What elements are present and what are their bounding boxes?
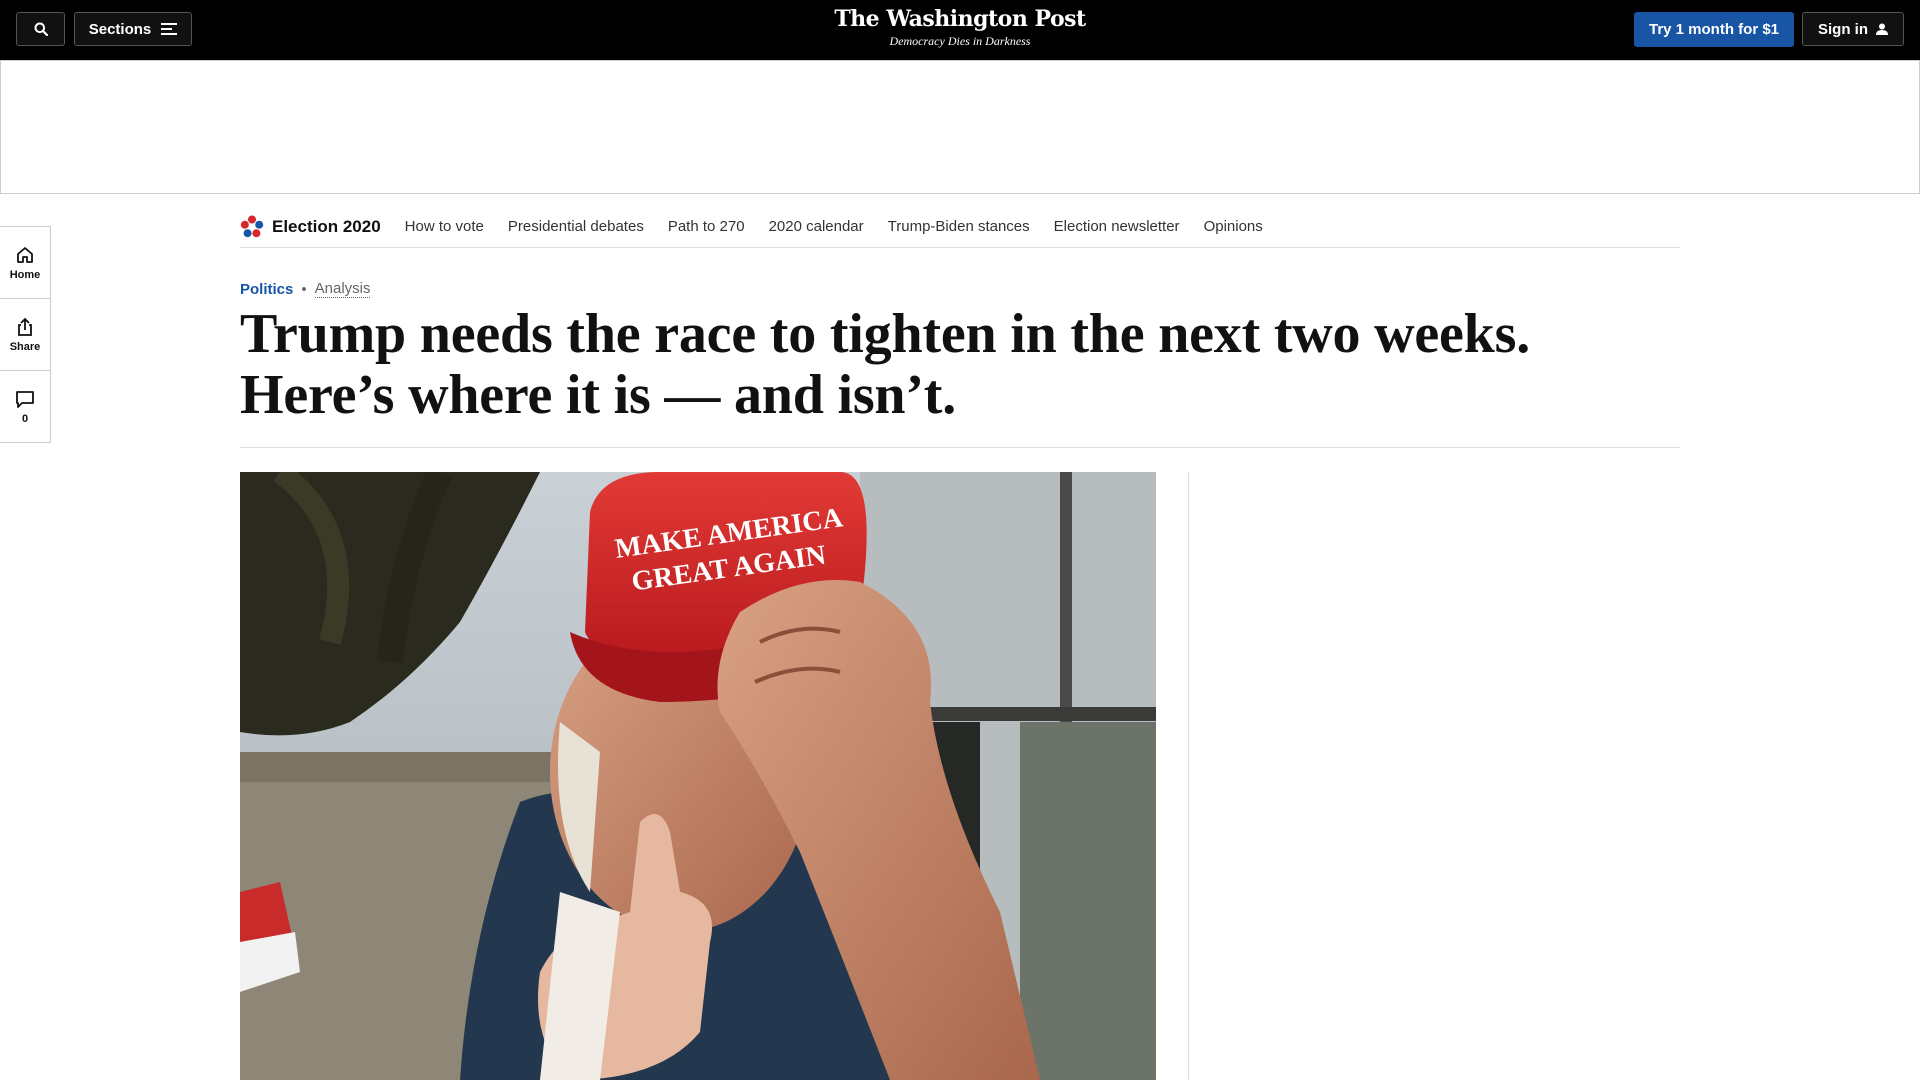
- sections-button[interactable]: Sections: [74, 12, 192, 46]
- search-button[interactable]: [16, 12, 65, 46]
- sections-label: Sections: [88, 20, 152, 38]
- nav-link-presidential-debates[interactable]: Presidential debates: [508, 218, 644, 235]
- top-bar: Sections The Washington Post Democracy D…: [0, 0, 1920, 60]
- nav-link-how-to-vote[interactable]: How to vote: [405, 218, 484, 235]
- election-2020-label: Election 2020: [272, 216, 381, 236]
- subscribe-button[interactable]: Try 1 month for $1: [1634, 12, 1794, 47]
- kicker-separator: •: [301, 280, 307, 298]
- election-nav: Election 2020 How to vote Presidential d…: [240, 206, 1680, 248]
- share-rail-label: Share: [9, 340, 41, 353]
- article-photo: MAKE AMERICA GREAT AGAIN: [240, 472, 1156, 1080]
- sidebar-divider: [1188, 472, 1189, 1080]
- sign-in-button[interactable]: Sign in: [1802, 12, 1904, 46]
- menu-icon: [161, 23, 178, 35]
- election-2020-brand[interactable]: Election 2020: [240, 215, 381, 239]
- nav-link-opinions[interactable]: Opinions: [1204, 218, 1263, 235]
- share-icon: [18, 317, 32, 336]
- home-rail-button[interactable]: Home: [0, 227, 50, 299]
- comment-icon: [16, 390, 34, 408]
- logo-tagline: Democracy Dies in Darkness: [889, 34, 1031, 48]
- home-rail-label: Home: [9, 268, 41, 281]
- advertisement-slot: [0, 60, 1920, 194]
- left-rail: Home Share 0: [0, 226, 51, 443]
- sign-in-label: Sign in: [1818, 20, 1868, 38]
- section-link[interactable]: Politics: [240, 281, 293, 298]
- headline-divider: [240, 447, 1680, 448]
- logo-title: The Washington Post: [834, 6, 1086, 32]
- home-icon: [17, 246, 33, 263]
- nav-link-trump-biden-stances[interactable]: Trump-Biden stances: [888, 218, 1030, 235]
- nav-link-election-newsletter[interactable]: Election newsletter: [1054, 218, 1180, 235]
- comments-rail-button[interactable]: 0: [0, 371, 50, 442]
- analysis-label[interactable]: Analysis: [314, 280, 371, 298]
- nav-link-path-to-270[interactable]: Path to 270: [668, 218, 745, 235]
- comment-count: 0: [21, 412, 29, 425]
- user-icon: [1876, 23, 1888, 35]
- nav-link-2020-calendar[interactable]: 2020 calendar: [769, 218, 864, 235]
- search-icon: [34, 22, 48, 36]
- share-rail-button[interactable]: Share: [0, 299, 50, 371]
- photo-illustration: MAKE AMERICA GREAT AGAIN: [240, 472, 1156, 1080]
- article-kicker: Politics • Analysis: [240, 280, 371, 298]
- article-headline: Trump needs the race to tighten in the n…: [240, 303, 1531, 426]
- site-logo[interactable]: The Washington Post Democracy Dies in Da…: [760, 6, 1160, 49]
- election-star-icon: [240, 215, 264, 237]
